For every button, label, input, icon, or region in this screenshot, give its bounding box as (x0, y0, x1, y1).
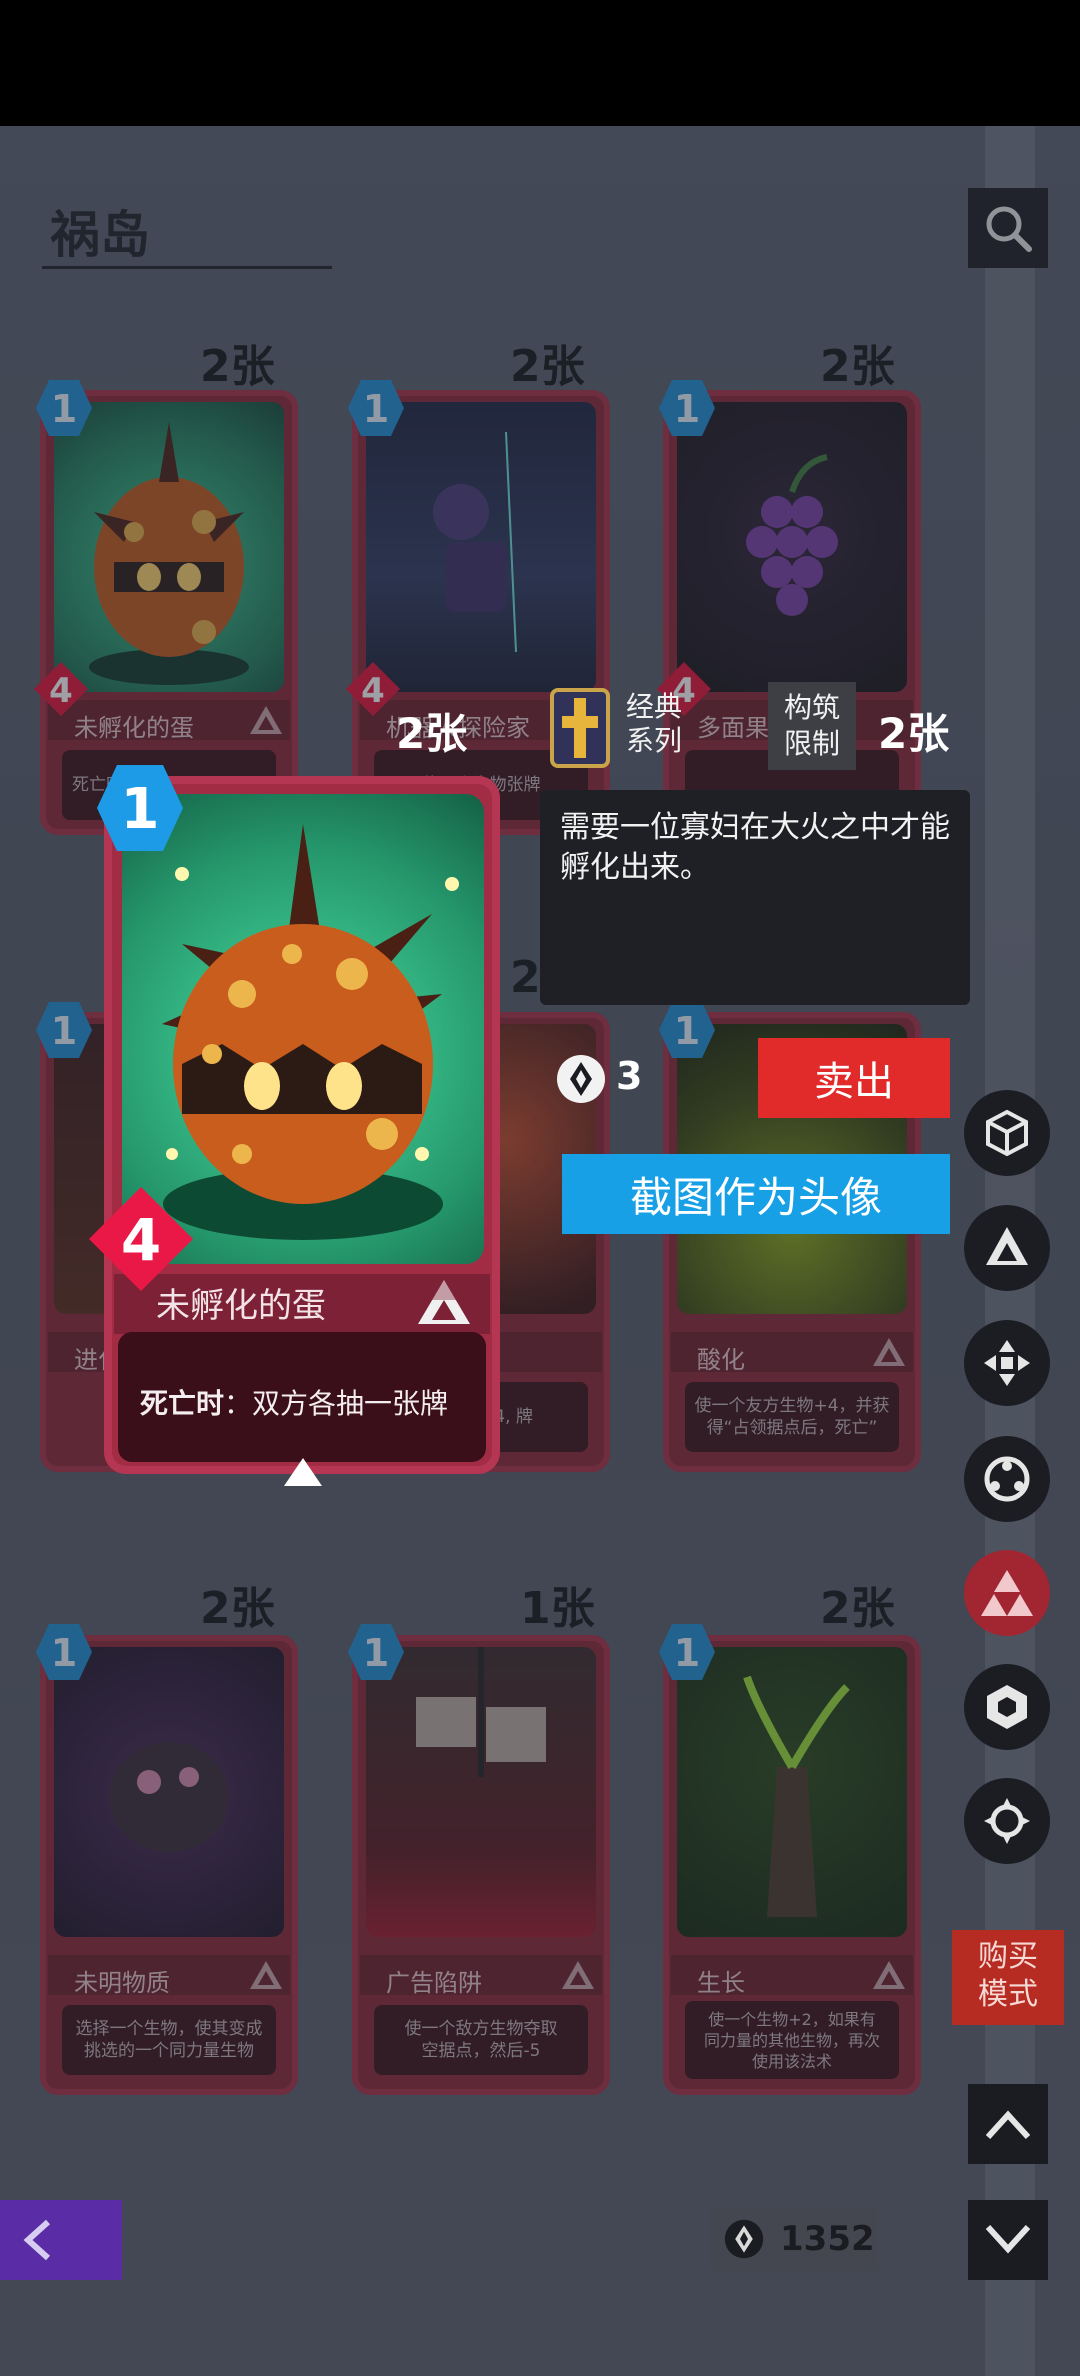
chevron-down-icon (985, 2224, 1031, 2254)
owned-count: 2张 (396, 709, 468, 758)
buy-mode-button[interactable]: 购买 模式 (952, 1930, 1064, 2025)
scroll-down-button[interactable] (968, 2200, 1048, 2280)
gear-icon (984, 1798, 1030, 1844)
series-label: 经典 系列 (626, 690, 683, 757)
svg-text:1: 1 (121, 777, 160, 842)
card-pointer-icon (284, 1458, 322, 1486)
currency-display: 1352 (710, 2207, 878, 2271)
card-description: 死亡时：双方各抽一张牌 (140, 1387, 449, 1420)
build-limit-count: 2张 (878, 709, 950, 758)
circle-dots-icon (984, 1456, 1030, 1502)
flavor-text: 需要一位寡妇在大火之中才能孵化出来。 (560, 810, 950, 885)
status-bar (0, 0, 1080, 126)
chevron-up-icon (985, 2110, 1031, 2140)
cube-icon (986, 1109, 1028, 1157)
scroll-up-button[interactable] (968, 2084, 1048, 2164)
dust-icon (557, 1055, 605, 1103)
set-avatar-button[interactable]: 截图作为头像 (562, 1154, 950, 1234)
filter-cube-button[interactable] (964, 1090, 1050, 1176)
card-detail-large[interactable]: 未孵化的蛋 死亡时：双方各抽一张牌 (104, 776, 500, 1474)
series-icon (550, 688, 610, 768)
cost-badge-large: 1 (97, 765, 183, 851)
filter-hexagon-button[interactable] (964, 1664, 1050, 1750)
filter-circle-button[interactable] (964, 1436, 1050, 1522)
triangles-icon (986, 1227, 1028, 1265)
app-screen: 祸岛 2张 2张 2张 未孵化的蛋 死亡时 机器人探险家 多面果 1 1 1 4… (0, 0, 1080, 2376)
dust-value: 3 (616, 1054, 643, 1098)
chevron-left-icon (23, 2219, 51, 2261)
hexagon-icon (987, 1685, 1027, 1729)
build-limit-label: 构筑 限制 (768, 682, 856, 770)
arrows-icon (984, 1340, 1030, 1386)
attack-badge-large: 4 (89, 1187, 193, 1291)
currency-value: 1352 (780, 2219, 875, 2259)
filter-triforce-button[interactable] (964, 1550, 1050, 1636)
rarity-icon (418, 1280, 470, 1324)
svg-text:4: 4 (121, 1206, 161, 1274)
sell-button[interactable]: 卖出 (758, 1038, 950, 1118)
filter-gear-button[interactable] (964, 1778, 1050, 1864)
filter-triangles-button[interactable] (964, 1205, 1050, 1291)
dust-icon (724, 2219, 764, 2259)
back-button[interactable] (0, 2200, 122, 2280)
filter-arrows-button[interactable] (964, 1320, 1050, 1406)
triforce-icon (981, 1570, 1033, 1616)
